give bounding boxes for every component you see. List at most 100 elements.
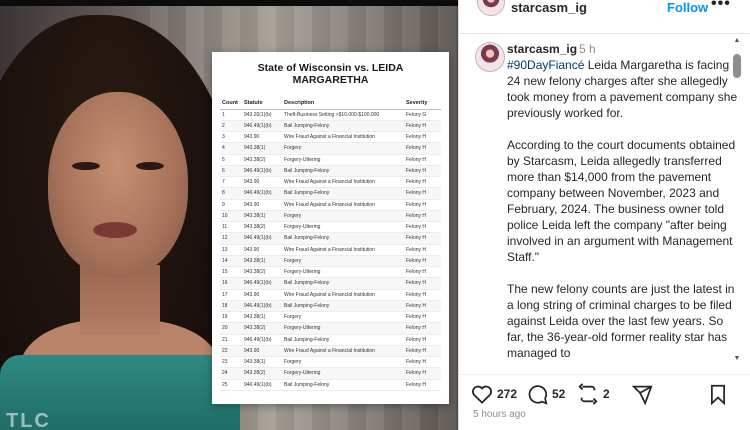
cell-statute: 946.49(1)(b) [242, 120, 282, 133]
cell-severity: Felony H [404, 379, 441, 391]
cell-severity: Felony H [404, 367, 441, 380]
table-row: 14 943.38(1) Forgery Felony H [220, 255, 441, 268]
cell-severity: Felony H [404, 221, 441, 234]
scroll-down-icon[interactable]: ▼ [732, 354, 742, 364]
column-header-statute: Statute [242, 98, 282, 110]
caption-avatar[interactable] [475, 42, 505, 72]
send-icon [632, 385, 653, 405]
post-media[interactable]: TLC State of Wisconsin vs. LEIDA MARGARE… [0, 0, 458, 430]
column-header-description: Description [282, 98, 404, 110]
cell-description: Forgery-Uttering [282, 154, 404, 166]
cell-count: 3 [220, 131, 242, 144]
cell-statute: 943.38(2) [242, 367, 282, 380]
cell-count: 15 [220, 266, 242, 279]
cell-statute: 943.90 [242, 199, 282, 211]
cell-description: Wire Fraud Against a Financial Instituti… [282, 289, 404, 301]
cell-severity: Felony H [404, 210, 441, 223]
caption-username[interactable]: starcasm_ig [507, 42, 577, 56]
follow-button[interactable]: Follow [667, 0, 708, 15]
save-button[interactable] [709, 383, 727, 405]
cell-description: Forgery [282, 356, 404, 369]
table-row: 12 946.49(1)(b) Bail Jumping-Felony Felony … [220, 232, 441, 245]
charges-table-body: 1 943.20(1)(b) Theft-Business Setting >$10… [220, 109, 441, 391]
cell-count: 2 [220, 120, 242, 133]
more-options-icon[interactable]: ••• [711, 0, 731, 13]
avatar[interactable] [477, 0, 505, 16]
cell-statute: 943.38(2) [242, 221, 282, 234]
cell-count: 8 [220, 187, 242, 200]
action-bar: 272 52 2 [459, 374, 750, 410]
table-row: 19 943.38(1) Forgery Felony H [220, 311, 441, 324]
cell-severity: Felony H [404, 266, 441, 279]
right-eye [136, 162, 164, 170]
cell-severity: Felony H [404, 199, 441, 211]
cell-statute: 943.90 [242, 244, 282, 256]
cell-severity: Felony H [404, 131, 441, 144]
cell-statute: 946.49(1)(b) [242, 187, 282, 200]
cell-description: Wire Fraud Against a Financial Instituti… [282, 199, 404, 211]
cell-severity: Felony H [404, 187, 441, 200]
column-header-count: Count [220, 98, 242, 110]
cell-description: Forgery [282, 142, 404, 155]
table-row: 7 943.90 Wire Fraud Against a Financial In… [220, 176, 441, 189]
comment-button[interactable]: 52 [527, 383, 565, 405]
table-row: 23 943.38(1) Forgery Felony H [220, 356, 441, 369]
cell-statute: 943.38(2) [242, 266, 282, 279]
scroll-up-icon[interactable]: ▲ [732, 36, 742, 46]
cell-count: 20 [220, 322, 242, 335]
heart-icon [472, 385, 492, 404]
caption-paragraph-3: The new felony counts are just the lates… [507, 282, 735, 360]
scroll-thumb[interactable] [733, 54, 741, 78]
table-row: 21 946.49(1)(b) Bail Jumping-Felony Felony … [220, 334, 441, 346]
table-row: 15 943.38(2) Forgery-Uttering Felony H [220, 266, 441, 279]
cell-count: 1 [220, 109, 242, 121]
post-panel: starcasm_ig Follow ••• starcasm_ig 5 h #90… [458, 0, 750, 430]
cell-description: Wire Fraud Against a Financial Instituti… [282, 131, 404, 144]
cell-count: 16 [220, 277, 242, 290]
cell-statute: 946.49(1)(b) [242, 165, 282, 178]
cell-count: 12 [220, 232, 242, 245]
left-eye [72, 162, 100, 170]
cell-severity: Felony H [404, 322, 441, 335]
cell-statute: 946.49(1)(b) [242, 232, 282, 245]
cell-severity: Felony H [404, 356, 441, 369]
share-button[interactable] [632, 383, 653, 405]
table-row: 17 943.90 Wire Fraud Against a Financial I… [220, 289, 441, 301]
cell-count: 23 [220, 356, 242, 369]
hashtag-link[interactable]: #90DayFiancé [507, 58, 584, 72]
cell-severity: Felony H [404, 142, 441, 155]
cell-statute: 946.49(1)(b) [242, 300, 282, 313]
cell-count: 22 [220, 345, 242, 358]
table-row: 6 946.49(1)(b) Bail Jumping-Felony Felony H [220, 165, 441, 178]
cell-description: Wire Fraud Against a Financial Instituti… [282, 176, 404, 189]
comment-count: 52 [552, 387, 566, 401]
cell-count: 19 [220, 311, 242, 324]
cell-count: 4 [220, 142, 242, 155]
cell-description: Forgery-Uttering [282, 322, 404, 335]
table-row: 11 943.38(2) Forgery-Uttering Felony H [220, 221, 441, 234]
table-row: 8 946.49(1)(b) Bail Jumping-Felony Felony H [220, 187, 441, 200]
cell-count: 14 [220, 255, 242, 268]
cell-severity: Felony H [404, 244, 441, 256]
table-row: 24 943.38(2) Forgery-Uttering Felony H [220, 367, 441, 380]
table-row: 13 943.90 Wire Fraud Against a Financial I… [220, 244, 441, 256]
cell-description: Wire Fraud Against a Financial Instituti… [282, 345, 404, 358]
cell-statute: 943.20(1)(b) [242, 109, 282, 121]
cell-severity: Felony H [404, 334, 441, 346]
table-row: 9 943.90 Wire Fraud Against a Financial In… [220, 199, 441, 211]
repost-button[interactable]: 2 [577, 383, 610, 405]
header-username[interactable]: starcasm_ig [511, 0, 587, 15]
cell-count: 18 [220, 300, 242, 313]
cell-count: 6 [220, 165, 242, 178]
cell-count: 11 [220, 221, 242, 234]
cell-severity: Felony H [404, 289, 441, 301]
cell-statute: 946.49(1)(b) [242, 334, 282, 346]
cell-statute: 943.38(1) [242, 356, 282, 369]
cell-statute: 946.49(1)(b) [242, 277, 282, 290]
caption-scrollbar[interactable]: ▲ ▼ [732, 36, 742, 364]
mouth [93, 222, 137, 238]
like-button[interactable]: 272 [471, 383, 517, 405]
post-caption: starcasm_ig 5 h #90DayFiancé Leida Margare… [507, 41, 739, 361]
cell-severity: Felony H [404, 165, 441, 178]
cell-description: Bail Jumping-Felony [282, 277, 404, 290]
